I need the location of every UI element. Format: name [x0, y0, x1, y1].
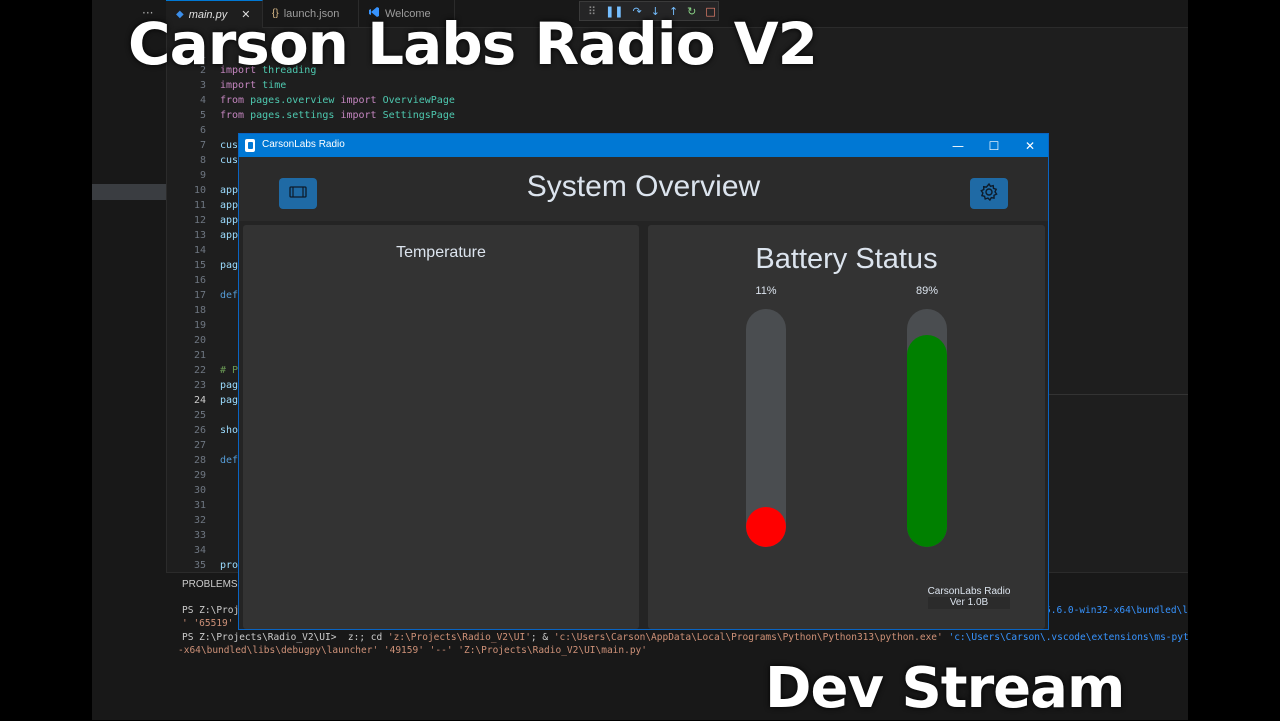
- stream-subtitle: Dev Stream: [765, 656, 1125, 721]
- line-number: 28: [193, 455, 206, 466]
- code-line: cus: [220, 155, 239, 166]
- line-number: 24: [193, 395, 206, 406]
- line-number: 13: [193, 230, 206, 241]
- line-number: 23: [193, 380, 206, 391]
- terminal-line: -x64\bundled\libs\debugpy\launcher' '491…: [178, 645, 647, 656]
- version-label: Ver 1.0B: [928, 597, 1010, 609]
- line-number: 20: [193, 335, 206, 346]
- settings-button[interactable]: [970, 178, 1008, 209]
- battery-2-fill: [907, 335, 947, 547]
- code-line: pro: [220, 560, 239, 571]
- line-number: 34: [193, 545, 206, 556]
- code-line: def: [220, 290, 239, 301]
- line-number: 4: [199, 95, 206, 106]
- terminal-line: ' '65519': [182, 618, 234, 629]
- code-line: app: [220, 200, 239, 211]
- line-number: 31: [193, 500, 206, 511]
- line-number: 35: [193, 560, 206, 571]
- explorer-sidebar: ···: [92, 0, 167, 720]
- temperature-label: Temperature: [396, 244, 486, 261]
- code-line: cus: [220, 140, 239, 151]
- app-header: System Overview: [239, 157, 1048, 221]
- line-number: 16: [193, 275, 206, 286]
- terminal-line: PS Z:\Projects\Radio_V2\UI> z:; cd 'z:\P…: [182, 632, 1188, 643]
- code-line: app: [220, 230, 239, 241]
- battery-2-percent: 89%: [915, 285, 939, 297]
- line-number: 5: [199, 110, 206, 121]
- gear-icon: [979, 182, 999, 206]
- minimize-button[interactable]: —: [940, 134, 976, 157]
- close-button[interactable]: ✕: [1012, 134, 1048, 157]
- line-number: 26: [193, 425, 206, 436]
- terminal-line: PS Z:\Proje: [182, 605, 245, 616]
- page-title: System Overview: [526, 170, 761, 203]
- window-title: CarsonLabs Radio: [262, 139, 345, 150]
- line-number-gutter: 1 2 3 4 5 6 7 8 9 10 11 12 13 14 15 16 17 18 19 20 21 22 23 24 2…: [166, 27, 212, 572]
- line-number: 11: [193, 200, 206, 211]
- code-line: pag: [220, 380, 239, 391]
- line-number: 14: [193, 245, 206, 256]
- code-line: app: [220, 185, 239, 196]
- code-line: pag: [220, 395, 239, 406]
- line-number: 6: [199, 125, 206, 136]
- battery-status-card: Battery Status 11% 89% CarsonLabs Radio …: [648, 225, 1045, 629]
- code-line: import time: [220, 80, 287, 91]
- temperature-card: Temperature: [243, 225, 639, 629]
- code-line: pag: [220, 260, 239, 271]
- battery-1-percent: 11%: [755, 285, 777, 297]
- line-number: 21: [193, 350, 206, 361]
- line-number: 27: [193, 440, 206, 451]
- window-titlebar[interactable]: CarsonLabs Radio — ☐ ✕: [239, 134, 1048, 157]
- line-number: 8: [199, 155, 206, 166]
- line-number: 10: [193, 185, 206, 196]
- line-number: 7: [199, 140, 206, 151]
- battery-1-bar: [746, 309, 786, 547]
- battery-status-title: Battery Status: [755, 243, 938, 275]
- code-line: def: [220, 455, 239, 466]
- app-icon: [245, 139, 255, 152]
- maximize-button[interactable]: ☐: [976, 134, 1012, 157]
- line-number: 9: [199, 170, 206, 181]
- terminal-line: 25.6.0-win32-x64\bundled\l: [1039, 605, 1188, 616]
- line-number: 22: [193, 365, 206, 376]
- line-number: 19: [193, 320, 206, 331]
- code-line: app: [220, 215, 239, 226]
- panel-tab-problems[interactable]: PROBLEMS: [182, 579, 238, 590]
- carsonlabs-radio-window: CarsonLabs Radio — ☐ ✕ System Overview T…: [238, 133, 1049, 630]
- battery-1-fill: [746, 507, 786, 547]
- code-line: from pages.overview import OverviewPage: [220, 95, 455, 106]
- line-number: 30: [193, 485, 206, 496]
- code-line: from pages.settings import SettingsPage: [220, 110, 455, 121]
- line-number: 17: [193, 290, 206, 301]
- line-number: 18: [193, 305, 206, 316]
- app-name-label: CarsonLabs Radio: [927, 586, 1011, 597]
- line-number: 29: [193, 470, 206, 481]
- line-number: 3: [199, 80, 206, 91]
- stream-title: Carson Labs Radio V2: [128, 10, 818, 78]
- code-line: sho: [220, 425, 239, 436]
- line-number: 25: [193, 410, 206, 421]
- code-line: # P: [220, 365, 239, 376]
- battery-2-bar: [907, 309, 947, 547]
- line-number: 12: [193, 215, 206, 226]
- explorer-selected-item[interactable]: [92, 184, 166, 200]
- line-number: 15: [193, 260, 206, 271]
- line-number: 32: [193, 515, 206, 526]
- line-number: 33: [193, 530, 206, 541]
